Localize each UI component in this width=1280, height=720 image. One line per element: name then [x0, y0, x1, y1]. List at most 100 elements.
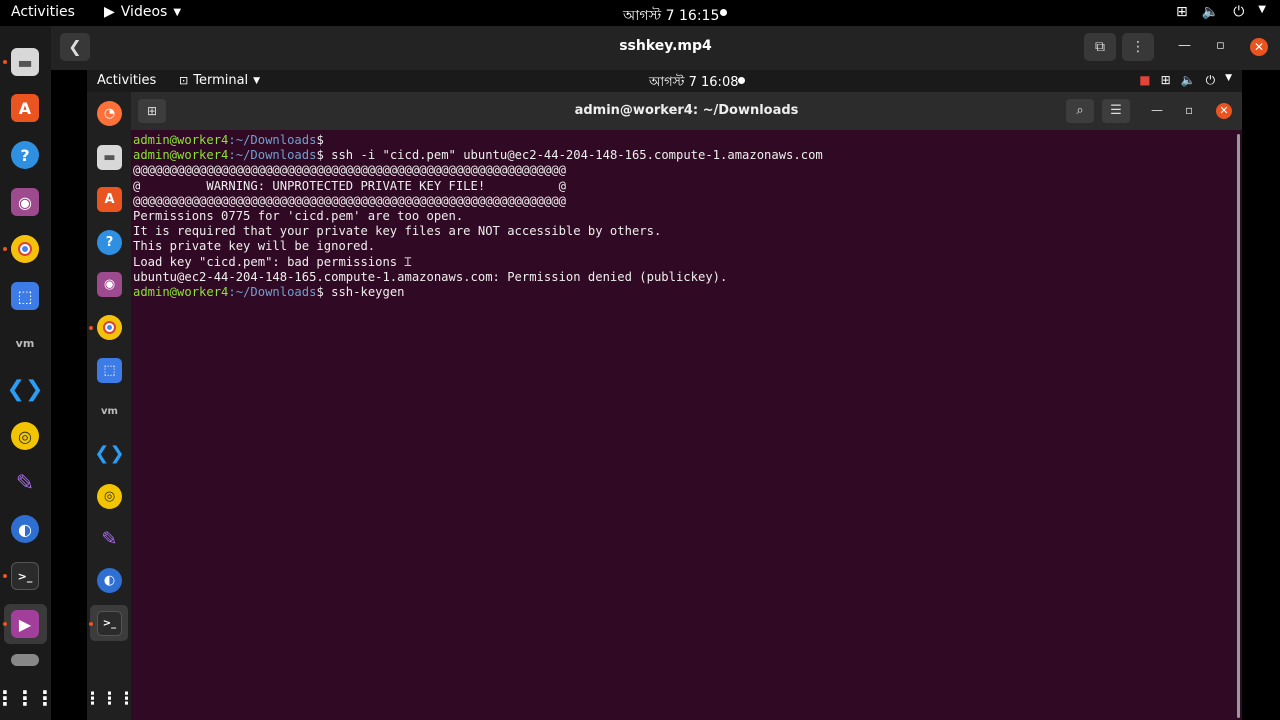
clock[interactable]: আগস্ট 7 16:15 [623, 4, 719, 28]
chevron-down-icon: ▼ [1258, 4, 1266, 15]
show-apps-icon[interactable]: ⋮⋮⋮ [0, 684, 55, 712]
outer-top-bar: Activities ▶ Videos ▼ আগস্ট 7 16:15 ⊞ 🔈 … [0, 0, 1280, 26]
screenshot-tool-icon: ⬚ [97, 358, 122, 383]
prompt-user: admin@worker4 [133, 148, 229, 163]
running-indicator [89, 326, 93, 330]
screenshot-tool-icon[interactable]: ⬚ [11, 282, 39, 310]
terminal-prompt-line: admin@worker4:~/Downloads$ ssh-keygen [133, 285, 1233, 300]
prompt-user: admin@worker4 [133, 284, 229, 299]
close-button[interactable]: ✕ [1250, 38, 1268, 56]
files-icon: ▬ [97, 145, 122, 170]
chevron-down-icon: ▼ [1225, 73, 1232, 83]
browser-app-icon[interactable]: ◐ [11, 515, 39, 543]
rhythmbox-icon[interactable]: ◎ [11, 422, 39, 450]
running-indicator [3, 622, 7, 626]
terminal-prompt-line: admin@worker4:~/Downloads$ ssh -i "cicd.… [133, 148, 1233, 163]
feather-app-icon[interactable]: ✎ [11, 469, 39, 497]
terminal-output-line: This private key will be ignored. [133, 239, 376, 254]
inner-app-label: Terminal [193, 73, 249, 88]
terminal-output: admin@worker4:~/Downloads$ admin@worker4:… [133, 133, 1233, 713]
volume-icon: 🔈 [1180, 73, 1196, 87]
vmware-icon[interactable]: vm [11, 329, 39, 357]
terminal-minimize-button: — [1151, 103, 1163, 117]
recording-icon: ■ [1139, 73, 1151, 87]
chevron-down-icon: ▼ [173, 6, 182, 18]
running-indicator [3, 247, 7, 251]
outer-dock: ▬ A ? ◉ ⬚ vm ❮❯ ◎ ✎ ◐ >_ ▶ ⋮⋮⋮ [0, 26, 55, 720]
close-icon: ✕ [1219, 104, 1229, 117]
software-center-icon: A [97, 187, 122, 212]
power-icon: ⏻ [1205, 73, 1216, 87]
terminal-header: ⊞ admin@worker4: ~/Downloads ⌕ ☰ — ▫ ✕ [131, 92, 1242, 130]
terminal-prompt-line: admin@worker4:~/Downloads$ [133, 133, 1233, 148]
inner-dock: ◔ ▬ A ? ◉ ⬚ vm ❮❯ ◎ ✎ ◐ >_ ⋮⋮⋮ [84, 92, 135, 720]
disk-icon[interactable] [11, 654, 39, 666]
minimize-button[interactable]: — [1178, 38, 1191, 53]
prompt-sign: $ [316, 284, 324, 299]
hamburger-menu-icon: ☰ [1110, 103, 1122, 118]
prompt-path: :~/Downloads [228, 148, 317, 163]
activities-button[interactable]: Activities [11, 4, 75, 20]
power-icon: ⏻ [1233, 4, 1245, 20]
kebab-menu-icon: ⋮ [1131, 39, 1145, 55]
terminal-small-icon: ⊡ [179, 74, 189, 87]
software-center-icon[interactable]: A [11, 94, 39, 122]
inner-app-menu: ⊡ Terminal ▼ [179, 73, 260, 88]
volume-icon: 🔈 [1201, 4, 1220, 20]
chrome-icon [97, 315, 122, 340]
help-icon[interactable]: ? [11, 141, 39, 169]
network-icon: ⊞ [1160, 73, 1171, 87]
terminal-window: ⊞ admin@worker4: ~/Downloads ⌕ ☰ — ▫ ✕ a… [131, 92, 1242, 720]
prompt-path: :~/Downloads [228, 284, 317, 299]
terminal-output-line: @ WARNING: UNPROTECTED PRIVATE KEY FILE!… [133, 178, 566, 193]
inner-top-bar: Activities ⊡ Terminal ▼ আগস্ট 7 16:08 ■ … [87, 70, 1242, 92]
notification-dot [720, 9, 727, 16]
terminal-icon[interactable]: >_ [11, 562, 39, 590]
rhythmbox-icon: ◎ [97, 484, 122, 509]
text-cursor-icon: Ɪ [397, 254, 412, 269]
show-apps-icon: ⋮⋮⋮ [84, 688, 135, 709]
terminal-maximize-button: ▫ [1185, 103, 1194, 117]
inner-notification-dot [738, 77, 745, 84]
video-editor-icon: ◉ [97, 272, 122, 297]
feather-app-icon: ✎ [101, 527, 118, 550]
inner-activities: Activities [97, 73, 157, 88]
terminal-output-line: @@@@@@@@@@@@@@@@@@@@@@@@@@@@@@@@@@@@@@@@… [133, 163, 566, 178]
help-icon: ? [97, 230, 122, 255]
play-icon: ▶ [104, 4, 115, 20]
prompt-sign: $ [316, 133, 324, 147]
video-editor-icon[interactable]: ◉ [11, 188, 39, 216]
search-icon: ⌕ [1076, 103, 1084, 118]
hamburger-menu-button: ☰ [1102, 99, 1130, 123]
files-icon[interactable]: ▬ [11, 48, 39, 76]
system-tray[interactable]: ⊞ 🔈 ⏻ ▼ [1176, 4, 1266, 20]
terminal-close-button: ✕ [1216, 103, 1232, 119]
chrome-icon[interactable] [11, 235, 39, 263]
prompt-sign: $ [316, 148, 324, 163]
restore-icon: ⧉ [1095, 39, 1105, 55]
terminal-output-line: It is required that your private key fil… [133, 224, 662, 239]
videos-app-icon[interactable]: ▶ [11, 610, 39, 638]
terminal-output-line: @@@@@@@@@@@@@@@@@@@@@@@@@@@@@@@@@@@@@@@@… [133, 193, 566, 208]
app-menu[interactable]: ▶ Videos ▼ [104, 4, 181, 20]
firefox-icon: ◔ [97, 101, 122, 126]
fullscreen-button[interactable]: ⧉ [1084, 33, 1116, 61]
prompt-command: ssh -i "cicd.pem" ubuntu@ec2-44-204-148-… [323, 148, 823, 163]
prompt-path: :~/Downloads [228, 133, 317, 147]
browser-app-icon: ◐ [97, 568, 122, 593]
close-icon: ✕ [1253, 40, 1265, 54]
running-indicator [3, 574, 7, 578]
network-icon: ⊞ [1176, 4, 1188, 20]
app-menu-label: Videos [120, 4, 168, 20]
terminal-output-line: Load key "cicd.pem": bad permissions Ɪ [133, 254, 412, 269]
terminal-scrollbar [1237, 134, 1240, 718]
inner-system-tray: ■ ⊞ 🔈 ⏻ ▼ [1139, 73, 1232, 88]
vscode-icon[interactable]: ❮❯ [7, 375, 44, 403]
running-indicator [3, 60, 7, 64]
terminal-output-line: ubuntu@ec2-44-204-148-165.compute-1.amaz… [133, 269, 728, 284]
terminal-icon: >_ [97, 611, 122, 636]
maximize-button[interactable]: ▫ [1216, 38, 1225, 53]
chevron-down-icon: ▼ [253, 75, 261, 86]
menu-button[interactable]: ⋮ [1122, 33, 1154, 61]
running-indicator [89, 622, 93, 626]
